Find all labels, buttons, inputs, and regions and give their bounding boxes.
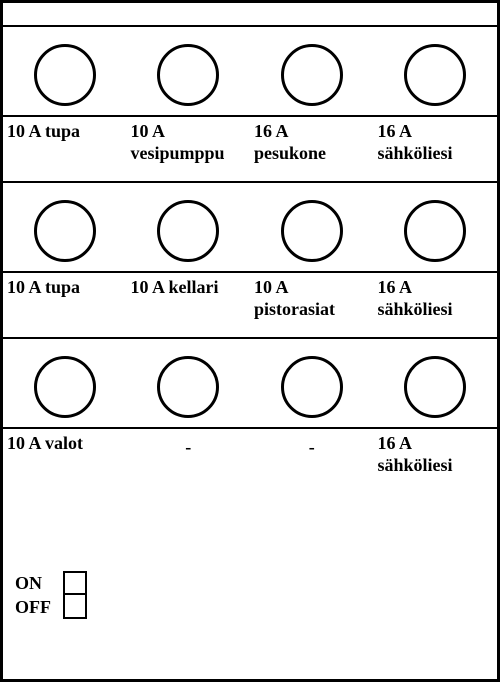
fuse-row-2-labels: 10 A tupa 10 A kellari 10 A pistorasiat …: [3, 271, 497, 339]
fuse-label: 16 A pesukone: [254, 121, 370, 164]
fuse-circle: [34, 44, 96, 106]
fuse-circle: [281, 44, 343, 106]
switch-off-box[interactable]: [63, 595, 87, 619]
fuse-circle: [281, 200, 343, 262]
fuse-circle: [281, 356, 343, 418]
fuse-label: 10 A kellari: [131, 277, 247, 299]
fuse-label: 10 A pistorasiat: [254, 277, 370, 320]
fuse-circle: [157, 200, 219, 262]
fuse-label: 10 A tupa: [7, 277, 123, 299]
fuse-circle: [34, 356, 96, 418]
main-switch[interactable]: ON OFF: [15, 571, 87, 619]
fuse-circle: [34, 200, 96, 262]
header-strip: [3, 3, 497, 27]
fuse-circle: [404, 356, 466, 418]
fuse-label: 10 A vesipumppu: [131, 121, 247, 164]
switch-off-label: OFF: [15, 597, 63, 618]
fuse-row-2-circles: [3, 183, 497, 271]
fuse-label: 16 A sähköliesi: [378, 121, 494, 164]
fuse-circle: [157, 44, 219, 106]
fuse-label: 10 A tupa: [7, 121, 123, 143]
fuse-circle: [404, 200, 466, 262]
fuse-label: 16 A sähköliesi: [378, 433, 494, 476]
fuse-panel: 10 A tupa 10 A vesipumppu 16 A pesukone …: [0, 0, 500, 682]
fuse-label: -: [131, 433, 247, 458]
fuse-label: 10 A valot: [7, 433, 123, 455]
switch-on-label: ON: [15, 573, 63, 594]
fuse-circle: [157, 356, 219, 418]
fuse-row-3-circles: [3, 339, 497, 427]
switch-on-box[interactable]: [63, 571, 87, 595]
fuse-label: 16 A sähköliesi: [378, 277, 494, 320]
fuse-circle: [404, 44, 466, 106]
fuse-row-1-circles: [3, 27, 497, 115]
fuse-row-3-labels: 10 A valot - - 16 A sähköliesi: [3, 427, 497, 493]
fuse-label: -: [254, 433, 370, 458]
fuse-row-1-labels: 10 A tupa 10 A vesipumppu 16 A pesukone …: [3, 115, 497, 183]
